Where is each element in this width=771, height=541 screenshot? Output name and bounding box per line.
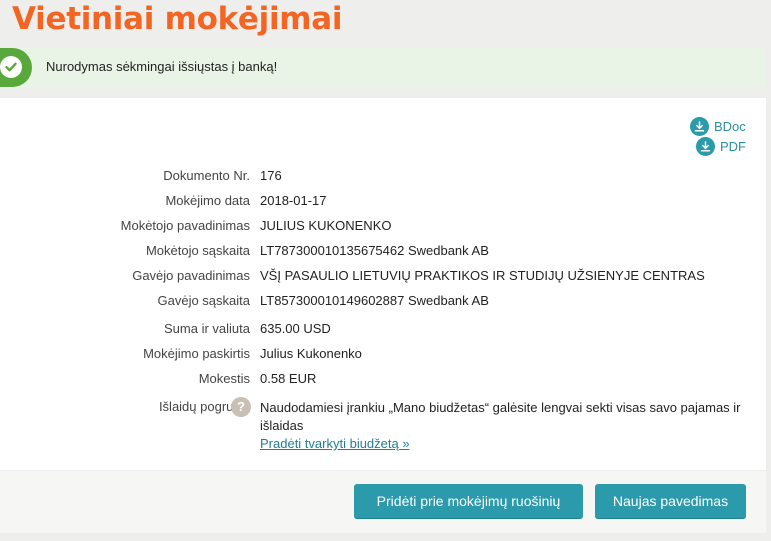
alert-icon-wrap bbox=[0, 48, 32, 87]
detail-value: LT787300010135675462 Swedbank AB bbox=[260, 243, 489, 258]
detail-label: Mokėjimo paskirtis bbox=[143, 346, 250, 361]
page-title: Vietiniai mokėjimai bbox=[12, 1, 343, 37]
detail-label: Gavėjo pavadinimas bbox=[132, 268, 250, 283]
detail-label: Mokestis bbox=[198, 371, 250, 386]
detail-label: Suma ir valiuta bbox=[164, 321, 250, 336]
success-alert: Nurodymas sėkmingai išsiųstas į banką! bbox=[0, 48, 766, 87]
checkmark-icon bbox=[0, 56, 22, 78]
download-icon bbox=[690, 117, 709, 136]
detail-value: LT857300010149602887 Swedbank AB bbox=[260, 293, 489, 308]
budget-text-line: išlaidas bbox=[260, 418, 304, 433]
detail-label: Dokumento Nr. bbox=[163, 168, 250, 183]
detail-value: 0.58 EUR bbox=[260, 371, 317, 386]
add-to-templates-button[interactable]: Pridėti prie mokėjimų ruošinių bbox=[354, 484, 583, 518]
detail-label: Mokėtojo sąskaita bbox=[145, 243, 250, 258]
detail-value: 635.00 USD bbox=[260, 321, 331, 336]
detail-label: Mokėtojo pavadinimas bbox=[120, 218, 250, 233]
bdoc-label: BDoc bbox=[714, 119, 746, 134]
detail-label: Mokėjimo data bbox=[165, 193, 250, 208]
budget-info: Naudodamiesi įrankiu „Mano biudžetas“ ga… bbox=[260, 399, 750, 453]
detail-value: Julius Kukonenko bbox=[260, 346, 362, 361]
detail-label: Gavėjo sąskaita bbox=[157, 293, 251, 308]
start-budget-link[interactable]: Pradėti tvarkyti biudžetą » bbox=[260, 436, 410, 451]
detail-value: 176 bbox=[260, 168, 282, 183]
download-pdf-link[interactable]: PDF bbox=[696, 137, 746, 156]
detail-value: JULIUS KUKONENKO bbox=[260, 218, 392, 233]
detail-value: 2018-01-17 bbox=[260, 193, 327, 208]
budget-text-line: Naudodamiesi įrankiu „Mano biudžetas“ ga… bbox=[260, 400, 741, 415]
new-payment-button[interactable]: Naujas pavedimas bbox=[595, 484, 746, 518]
alert-message: Nurodymas sėkmingai išsiųstas į banką! bbox=[46, 59, 278, 74]
help-icon[interactable]: ? bbox=[231, 397, 251, 417]
pdf-label: PDF bbox=[720, 139, 746, 154]
download-icon bbox=[696, 137, 715, 156]
detail-value: VŠĮ PASAULIO LIETUVIŲ PRAKTIKOS IR STUDI… bbox=[260, 268, 705, 283]
download-bdoc-link[interactable]: BDoc bbox=[690, 117, 746, 136]
